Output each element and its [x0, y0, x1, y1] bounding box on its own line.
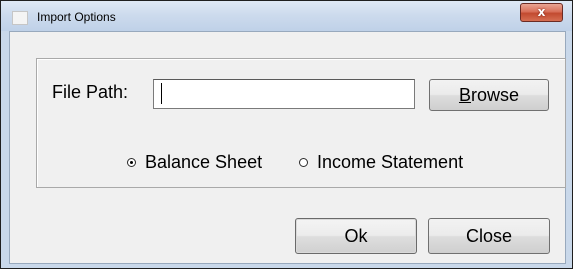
browse-label-rest: rowse — [471, 85, 520, 105]
window-close-button[interactable]: x — [520, 3, 563, 22]
file-path-input[interactable] — [153, 79, 415, 109]
radio-dot — [130, 160, 133, 164]
window-title: Import Options — [37, 10, 116, 24]
radio-balance-sheet-label[interactable]: Balance Sheet — [145, 151, 262, 173]
browse-button[interactable]: Browse — [429, 79, 549, 111]
radio-income-statement-label[interactable]: Income Statement — [317, 151, 463, 173]
radio-income-statement[interactable]: Income Statement — [299, 151, 463, 173]
file-path-label: File Path: — [52, 82, 129, 102]
radio-unselected-icon[interactable] — [299, 157, 308, 167]
radio-balance-sheet[interactable]: Balance Sheet — [127, 151, 262, 173]
import-options-group: File Path: Browse Balance Sheet Income S… — [36, 58, 566, 188]
close-button[interactable]: Close — [428, 218, 550, 254]
window-icon — [12, 11, 28, 25]
close-icon: x — [537, 5, 546, 19]
title-bar[interactable]: Import Options x — [1, 1, 572, 31]
radio-selected-icon[interactable] — [127, 157, 136, 167]
text-cursor — [161, 83, 162, 104]
browse-mnemonic: B — [458, 85, 471, 105]
import-options-window: Import Options x File Path: Browse Balan… — [0, 0, 573, 269]
ok-button[interactable]: Ok — [295, 218, 417, 254]
dialog-body: File Path: Browse Balance Sheet Income S… — [9, 31, 566, 264]
